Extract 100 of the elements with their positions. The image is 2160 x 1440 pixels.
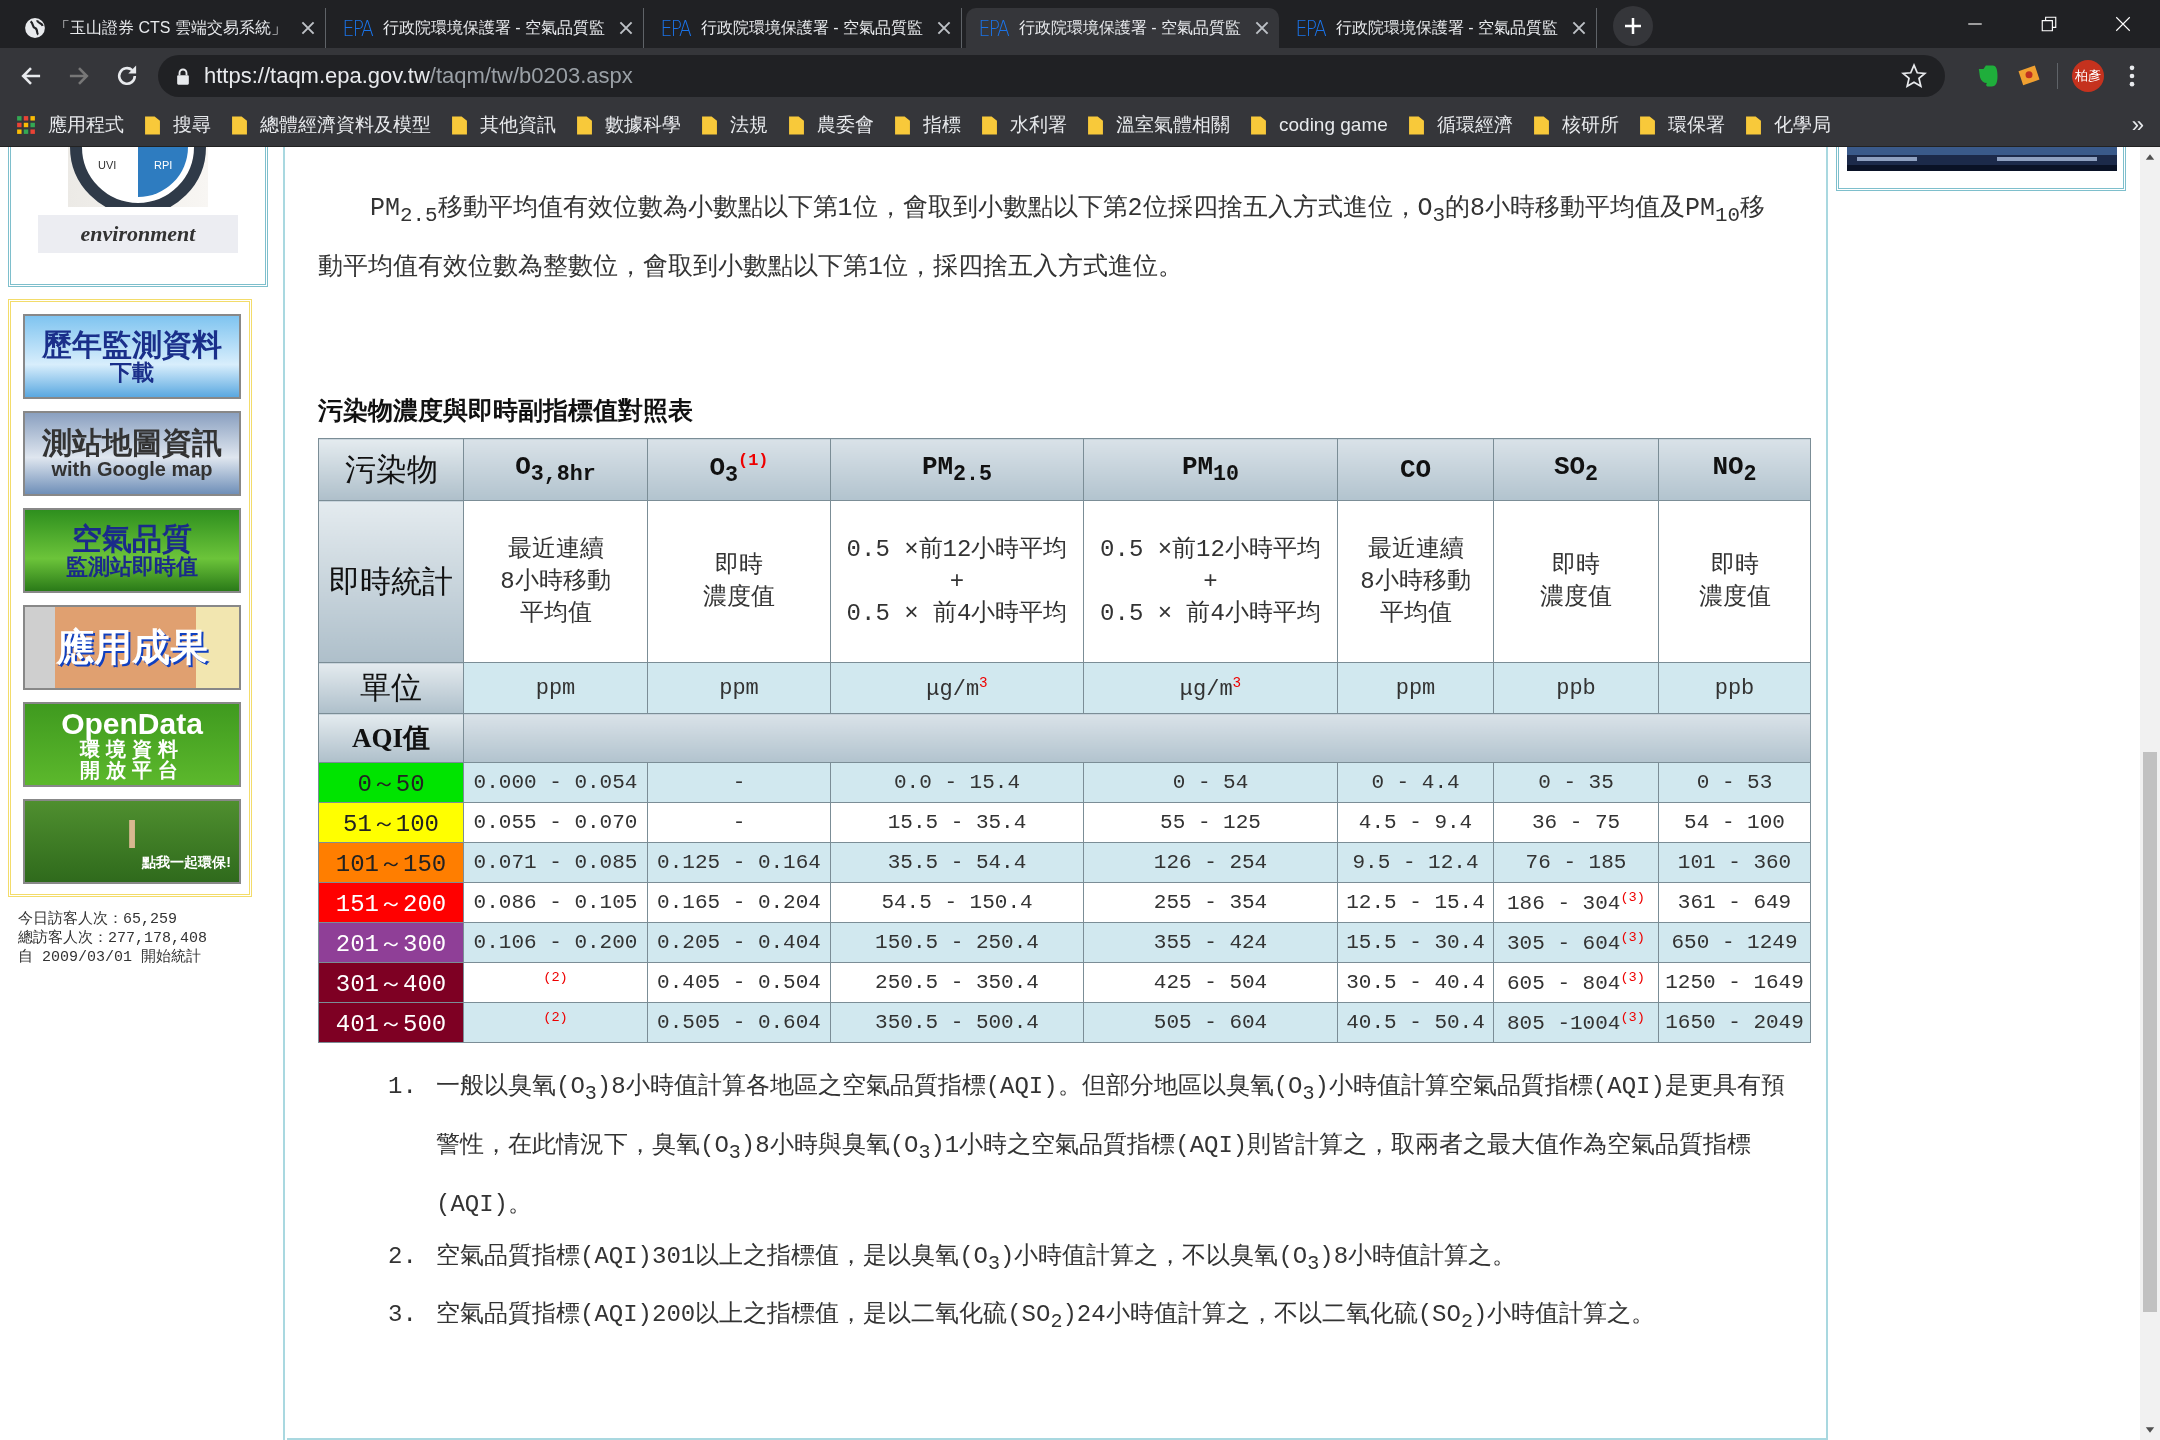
table-cell: 9.5 - 12.4 xyxy=(1337,842,1494,883)
folder-icon xyxy=(451,114,468,136)
table-cell: 12.5 - 15.4 xyxy=(1337,882,1494,923)
bookmark-folder[interactable]: 搜尋 xyxy=(144,112,211,138)
aqi-range: 201～300 xyxy=(318,922,464,963)
table-cell: 805 -1004$^{(3)}$ xyxy=(1493,1002,1659,1043)
folder-icon xyxy=(144,114,161,136)
row-header: 單位 xyxy=(318,662,464,714)
bookmark-folder[interactable]: 核研所 xyxy=(1532,112,1619,138)
browser-tab[interactable]: EPA 行政院環境保護署 - 空氣品質監 xyxy=(965,8,1279,48)
table-cell: 305 - 604$^{(3)}$ xyxy=(1493,922,1659,963)
table-cell: 101 - 360 xyxy=(1658,842,1811,883)
bookmark-folder[interactable]: coding game xyxy=(1250,114,1388,136)
table-cell: 0.405 - 0.504 xyxy=(647,962,831,1003)
close-icon[interactable] xyxy=(300,21,315,35)
table-cell: 4.5 - 9.4 xyxy=(1337,802,1494,843)
bookmark-folder[interactable]: 循環經濟 xyxy=(1407,112,1513,138)
site-logo: EPA xyxy=(1295,15,1326,41)
star-icon[interactable] xyxy=(1901,63,1927,89)
close-icon[interactable] xyxy=(1255,21,1269,35)
folder-icon xyxy=(1638,114,1656,136)
table-cell: 250.5 - 350.4 xyxy=(830,962,1084,1003)
table-cell: 650 - 1249 xyxy=(1658,922,1811,963)
folder-icon xyxy=(788,114,805,136)
table-cell: 54.5 - 150.4 xyxy=(830,882,1084,923)
address-field[interactable]: https://taqm.epa.gov.tw/taqm/tw/b0203.aspx xyxy=(158,55,1945,97)
table-cell: 最近連續 8小時移動 平均值 xyxy=(1337,500,1494,663)
column-header: PM$_{2.5}$ xyxy=(830,438,1084,501)
visitor-count: 自 2009/03/01 開始統計 xyxy=(18,948,203,968)
table-cell: (2) xyxy=(463,1002,648,1043)
table-cell: 即時 濃度值 xyxy=(1493,500,1659,663)
bookmark-folder[interactable]: 法規 xyxy=(701,112,768,138)
note-text: 一般以臭氧(O$_{3}$)8小時值計算各地區之空氣品質指標(AQI)。但部分地區以臭氧(O$_{3}$)小時值計算空氣品質指標(AQI)是更具有預警性，在此情況下，臭氧(O$_{3}$)8小時與臭氧(O$_{3}$)1小時之空氣品質指標(AQI)則皆計算之，取兩者之最大值作為空氣品質指標(AQI)。 xyxy=(436,1072,1786,1220)
folder-icon xyxy=(981,114,998,136)
apps-grid-icon xyxy=(16,115,36,135)
aqi-range: 151～200 xyxy=(318,882,464,923)
profile-avatar[interactable]: 柏彥 xyxy=(2072,60,2104,92)
table-cell: 361 - 649 xyxy=(1658,882,1811,923)
bookmark-folder[interactable]: 農委會 xyxy=(788,112,874,138)
bookmark-folder[interactable]: 溫室氣體相關 xyxy=(1087,112,1230,138)
column-header: PM$_{10}$ xyxy=(1083,438,1338,501)
table-cell: 0.5 ×前12小時平均 + 0.5 × 前4小時平均 xyxy=(830,500,1084,663)
aqi-range: 101～150 xyxy=(318,842,464,883)
table-cell: 505 - 604 xyxy=(1083,1002,1338,1043)
bookmark-folder[interactable]: 環保署 xyxy=(1638,112,1725,138)
apps-bookmark[interactable]: 應用程式 xyxy=(16,112,124,138)
scrollbar[interactable] xyxy=(2140,147,2160,1440)
row-header: AQI值 xyxy=(318,713,464,763)
banner-link[interactable]: 歷年監測資料 下載 xyxy=(23,314,241,399)
table-cell: - xyxy=(647,762,831,803)
aqi-range: 401～500 xyxy=(318,1002,464,1043)
bookmark-folder[interactable]: 化學局 xyxy=(1744,112,1831,138)
close-icon[interactable] xyxy=(936,21,951,35)
globe-icon xyxy=(24,17,46,39)
table-cell: 605 - 804$^{(3)}$ xyxy=(1493,962,1659,1003)
table-cell: 0 - 35 xyxy=(1493,762,1659,803)
table-cell: 即時 濃度值 xyxy=(647,500,831,663)
table-cell: 1650 - 2049 xyxy=(1658,1002,1811,1043)
new-tab-icon[interactable] xyxy=(1613,6,1653,46)
table-cell: 35.5 - 54.4 xyxy=(830,842,1084,883)
bookmark-folder[interactable]: 其他資訊 xyxy=(451,112,556,138)
close-icon[interactable] xyxy=(1572,21,1586,35)
table-cell: 最近連續 8小時移動 平均值 xyxy=(463,500,648,663)
site-logo: EPA xyxy=(342,15,373,41)
table-cell: 0.071 - 0.085 xyxy=(463,842,648,883)
table-cell: (2) xyxy=(463,962,648,1003)
table-cell: 0 - 54 xyxy=(1083,762,1338,803)
table-cell: 150.5 - 250.4 xyxy=(830,922,1084,963)
banner-link[interactable]: 測站地圖資訊 with Google map xyxy=(23,411,241,496)
table-cell: 15.5 - 35.4 xyxy=(830,802,1084,843)
table-cell: 0.165 - 0.204 xyxy=(647,882,831,923)
table-cell: 76 - 185 xyxy=(1493,842,1659,883)
note-text: 空氣品質指標(AQI)200以上之指標值，是以二氧化硫(SO$_{2}$)24小時值計算之，不以二氧化硫(SO$_{2}$)小時值計算之。 xyxy=(436,1300,1657,1336)
table-cell: 0.106 - 0.200 xyxy=(463,922,648,963)
banner-link[interactable]: I 點我一起環保! xyxy=(23,799,241,884)
folder-icon xyxy=(1532,114,1550,136)
table-cell: 255 - 354 xyxy=(1083,882,1338,923)
bookmark-folder[interactable]: 指標 xyxy=(894,112,961,138)
banner-link[interactable]: 空氣品質 監測站即時值 xyxy=(23,508,241,593)
site-logo: EPA xyxy=(660,15,691,41)
table-cell: 15.5 - 30.4 xyxy=(1337,922,1494,963)
close-icon[interactable] xyxy=(618,21,633,35)
table-cell: μg/m$^{3}$ xyxy=(1083,662,1338,714)
aqi-range: 301～400 xyxy=(318,962,464,1003)
note-text: 空氣品質指標(AQI)301以上之指標值，是以臭氧(O$_{3}$)小時值計算之，不以臭氧(O$_{3}$)8小時值計算之。 xyxy=(436,1241,1518,1277)
more-bookmarks[interactable]: » xyxy=(2131,112,2144,138)
bookmark-folder[interactable]: 數據科學 xyxy=(576,112,681,138)
tab-title: 行政院環境保護署 - 空氣品質監 xyxy=(700,17,924,38)
table-cell: 0.086 - 0.105 xyxy=(463,882,648,923)
folder-icon xyxy=(1407,114,1425,136)
bookmark-folder[interactable]: 水利署 xyxy=(981,112,1067,138)
bookmark-folder[interactable]: 總體經濟資料及模型 xyxy=(231,112,431,138)
column-header: CO xyxy=(1337,438,1494,501)
table-cell: 0.205 - 0.404 xyxy=(647,922,831,963)
table-cell: 55 - 125 xyxy=(1083,802,1338,843)
lock-icon xyxy=(176,67,190,85)
table-cell: 36 - 75 xyxy=(1493,802,1659,843)
table-cell: ppm xyxy=(1337,662,1494,714)
note-number: 2. xyxy=(388,1241,414,1272)
table-cell: 即時 濃度值 xyxy=(1658,500,1811,663)
